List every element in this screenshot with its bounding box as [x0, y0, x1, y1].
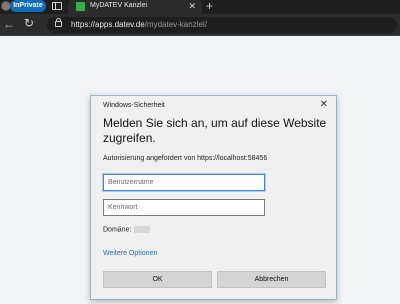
cancel-button[interactable]: Abbrechen [217, 271, 326, 288]
auth-request-message: Autorisierung angefordert von https://lo… [103, 155, 268, 162]
domain-label: Domäne: [103, 226, 132, 234]
dialog-heading: Melden Sie sich an, um auf diese Website… [103, 116, 327, 145]
url-host: https://apps.datev.de [71, 20, 145, 29]
tab-actions-icon[interactable] [52, 2, 62, 10]
tab-close-icon[interactable]: ✕ [188, 1, 196, 11]
username-field[interactable] [103, 174, 265, 191]
address-bar[interactable]: https://apps.datev.de/mydatev-kanzlei/ [47, 17, 397, 33]
close-icon[interactable]: ✕ [320, 99, 328, 111]
url-path: /mydatev-kanzlei/ [144, 20, 207, 29]
inprivate-badge[interactable]: InPrivate [10, 0, 46, 12]
tab-title: MyDATEV Kanzlei [90, 2, 148, 9]
tab-strip: InPrivate MyDATEV Kanzlei ✕ + [0, 0, 400, 14]
back-arrow-icon[interactable]: ← [3, 17, 15, 31]
windows-security-dialog: Windows-Sicherheit ✕ Melden Sie sich an,… [90, 95, 337, 300]
datev-favicon-icon [76, 2, 85, 11]
dialog-title: Windows-Sicherheit [103, 102, 165, 109]
password-field[interactable] [103, 199, 265, 216]
ok-button[interactable]: OK [103, 271, 212, 288]
lock-icon[interactable] [55, 18, 62, 27]
more-options-link[interactable]: Weitere Optionen [103, 250, 157, 257]
browser-window: InPrivate MyDATEV Kanzlei ✕ + ← ↻ https:… [0, 0, 400, 304]
reload-icon[interactable]: ↻ [24, 16, 34, 30]
tab-mydatev[interactable]: MyDATEV Kanzlei ✕ [68, 0, 202, 14]
domain-value-redacted [134, 226, 151, 233]
domain-row: Domäne: [103, 226, 151, 234]
url-text[interactable]: https://apps.datev.de/mydatev-kanzlei/ [71, 20, 207, 29]
browser-toolbar: ← ↻ https://apps.datev.de/mydatev-kanzle… [0, 14, 400, 36]
new-tab-button[interactable]: + [206, 0, 213, 13]
